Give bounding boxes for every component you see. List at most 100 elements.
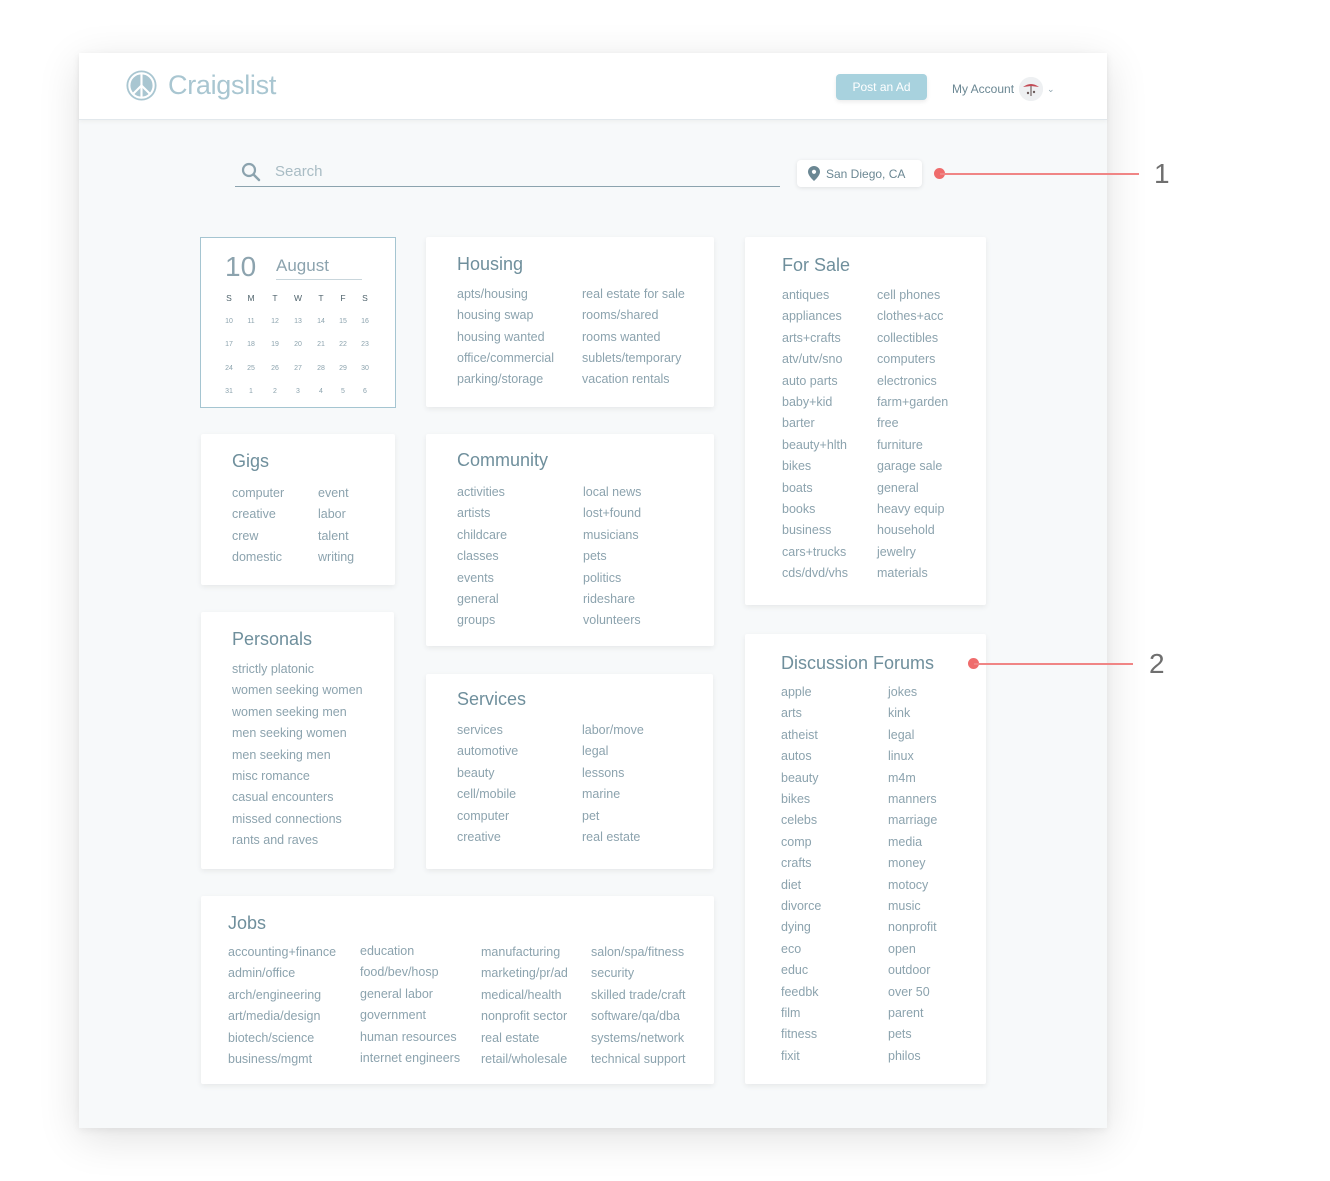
discussion-link[interactable]: feedbk [781,985,819,1000]
community-link[interactable]: classes [457,549,499,564]
for-sale-link[interactable]: free [877,416,899,431]
jobs-link[interactable]: retail/wholesale [481,1052,567,1067]
community-link[interactable]: volunteers [583,613,641,628]
calendar-date[interactable]: 21 [313,341,329,348]
for-sale-link[interactable]: arts+crafts [782,331,841,346]
jobs-link[interactable]: skilled trade/craft [591,988,685,1003]
for-sale-link[interactable]: beauty+hlth [782,438,847,453]
for-sale-link[interactable]: garage sale [877,459,942,474]
community-link[interactable]: pets [583,549,607,564]
services-link[interactable]: creative [457,830,501,845]
personals-link[interactable]: strictly platonic [232,662,314,677]
services-link[interactable]: services [457,723,503,738]
services-link[interactable]: computer [457,809,509,824]
community-link[interactable]: events [457,571,494,586]
community-link[interactable]: activities [457,485,505,500]
for-sale-link[interactable]: electronics [877,374,937,389]
jobs-link[interactable]: marketing/pr/ad [481,966,568,981]
search-bar[interactable]: Search [235,157,780,187]
housing-link[interactable]: rooms/shared [582,308,658,323]
calendar-date[interactable]: 3 [290,388,306,395]
community-link[interactable]: general [457,592,499,607]
personals-link[interactable]: missed connections [232,812,342,827]
discussion-link[interactable]: eco [781,942,801,957]
jobs-link[interactable]: software/qa/dba [591,1009,680,1024]
for-sale-link[interactable]: barter [782,416,815,431]
discussion-link[interactable]: manners [888,792,937,807]
discussion-link[interactable]: marriage [888,813,937,828]
services-link[interactable]: automotive [457,744,518,759]
personals-link[interactable]: rants and raves [232,833,318,848]
calendar-date[interactable]: 2 [267,388,283,395]
for-sale-link[interactable]: baby+kid [782,395,832,410]
housing-link[interactable]: sublets/temporary [582,351,681,366]
discussion-link[interactable]: motocy [888,878,928,893]
jobs-link[interactable]: admin/office [228,966,295,981]
jobs-link[interactable]: nonprofit sector [481,1009,567,1024]
housing-link[interactable]: apts/housing [457,287,528,302]
discussion-link[interactable]: film [781,1006,800,1021]
calendar-date[interactable]: 11 [243,318,259,325]
gigs-link[interactable]: computer [232,486,284,501]
gigs-link[interactable]: talent [318,529,349,544]
calendar-date[interactable]: 12 [267,318,283,325]
personals-link[interactable]: men seeking men [232,748,331,763]
discussion-link[interactable]: money [888,856,926,871]
housing-link[interactable]: housing swap [457,308,533,323]
for-sale-link[interactable]: bikes [782,459,811,474]
calendar-date[interactable]: 24 [221,365,237,372]
community-link[interactable]: politics [583,571,621,586]
calendar-date[interactable]: 28 [313,365,329,372]
for-sale-link[interactable]: general [877,481,919,496]
jobs-link[interactable]: medical/health [481,988,562,1003]
jobs-link[interactable]: biotech/science [228,1031,314,1046]
discussion-link[interactable]: jokes [888,685,917,700]
community-link[interactable]: groups [457,613,495,628]
for-sale-link[interactable]: cell phones [877,288,940,303]
jobs-link[interactable]: accounting+finance [228,945,336,960]
calendar-date[interactable]: 22 [335,341,351,348]
community-link[interactable]: artists [457,506,490,521]
personals-link[interactable]: men seeking women [232,726,347,741]
gigs-link[interactable]: crew [232,529,258,544]
calendar-date[interactable]: 18 [243,341,259,348]
for-sale-link[interactable]: cds/dvd/vhs [782,566,848,581]
housing-link[interactable]: rooms wanted [582,330,661,345]
post-ad-button[interactable]: Post an Ad [836,74,927,100]
discussion-link[interactable]: crafts [781,856,812,871]
jobs-link[interactable]: security [591,966,634,981]
location-selector[interactable]: San Diego, CA [797,160,922,187]
discussion-link[interactable]: m4m [888,771,916,786]
jobs-link[interactable]: food/bev/hosp [360,965,439,980]
calendar-date[interactable]: 27 [290,365,306,372]
community-link[interactable]: local news [583,485,641,500]
gigs-link[interactable]: writing [318,550,354,565]
logo[interactable]: Craigslist [125,69,276,102]
gigs-link[interactable]: labor [318,507,346,522]
discussion-link[interactable]: educ [781,963,808,978]
jobs-link[interactable]: internet engineers [360,1051,460,1066]
jobs-link[interactable]: manufacturing [481,945,560,960]
services-link[interactable]: beauty [457,766,495,781]
calendar-date[interactable]: 31 [221,388,237,395]
personals-link[interactable]: women seeking women [232,683,363,698]
gigs-link[interactable]: creative [232,507,276,522]
calendar-date[interactable]: 13 [290,318,306,325]
for-sale-link[interactable]: atv/utv/sno [782,352,842,367]
discussion-link[interactable]: legal [888,728,914,743]
discussion-link[interactable]: atheist [781,728,818,743]
discussion-link[interactable]: divorce [781,899,821,914]
for-sale-link[interactable]: business [782,523,831,538]
community-link[interactable]: lost+found [583,506,641,521]
services-link[interactable]: marine [582,787,620,802]
for-sale-link[interactable]: auto parts [782,374,838,389]
jobs-link[interactable]: government [360,1008,426,1023]
discussion-link[interactable]: fixit [781,1049,800,1064]
housing-link[interactable]: office/commercial [457,351,554,366]
services-link[interactable]: cell/mobile [457,787,516,802]
for-sale-link[interactable]: farm+garden [877,395,948,410]
account-menu[interactable]: My Account ⌄ [952,77,1055,101]
discussion-link[interactable]: autos [781,749,812,764]
calendar-date[interactable]: 15 [335,318,351,325]
for-sale-link[interactable]: heavy equip [877,502,944,517]
